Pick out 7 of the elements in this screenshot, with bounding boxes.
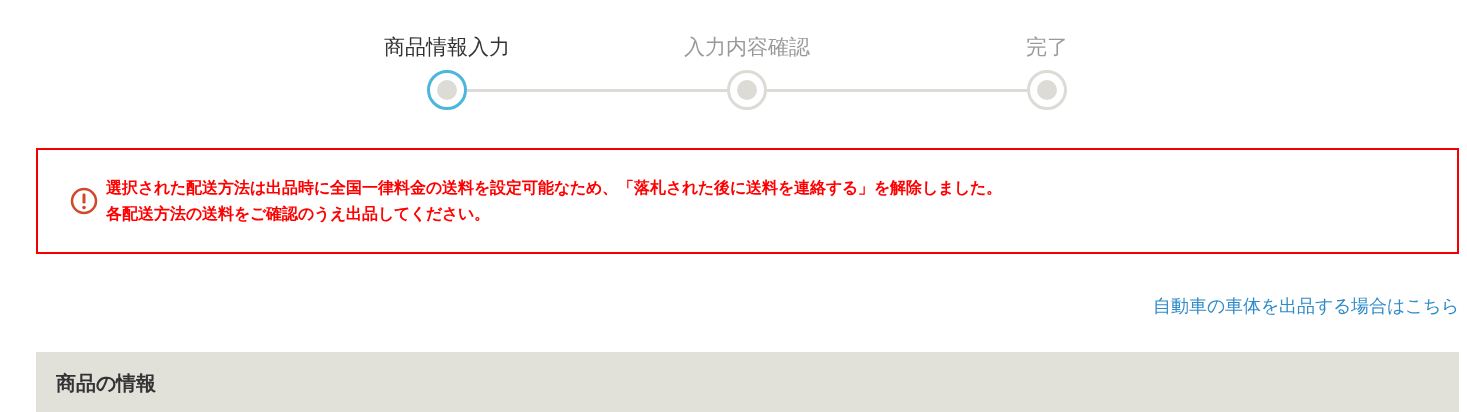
step-label: 入力内容確認 [683,34,811,61]
step-label: 完了 [1025,34,1069,61]
car-listing-link[interactable]: 自動車の車体を出品する場合はこちら [1153,294,1459,318]
section-title: 商品の情報 [56,370,157,397]
step-label: 商品情報入力 [383,34,511,61]
alert-message: 選択された配送方法は出品時に全国一律料金の送料を設定可能なため、「落札された後に送料を連絡する」を解除しました。 各配送方法の送料をご確認のうえ出品してください。 [106,177,1002,225]
warning-icon [70,187,98,215]
